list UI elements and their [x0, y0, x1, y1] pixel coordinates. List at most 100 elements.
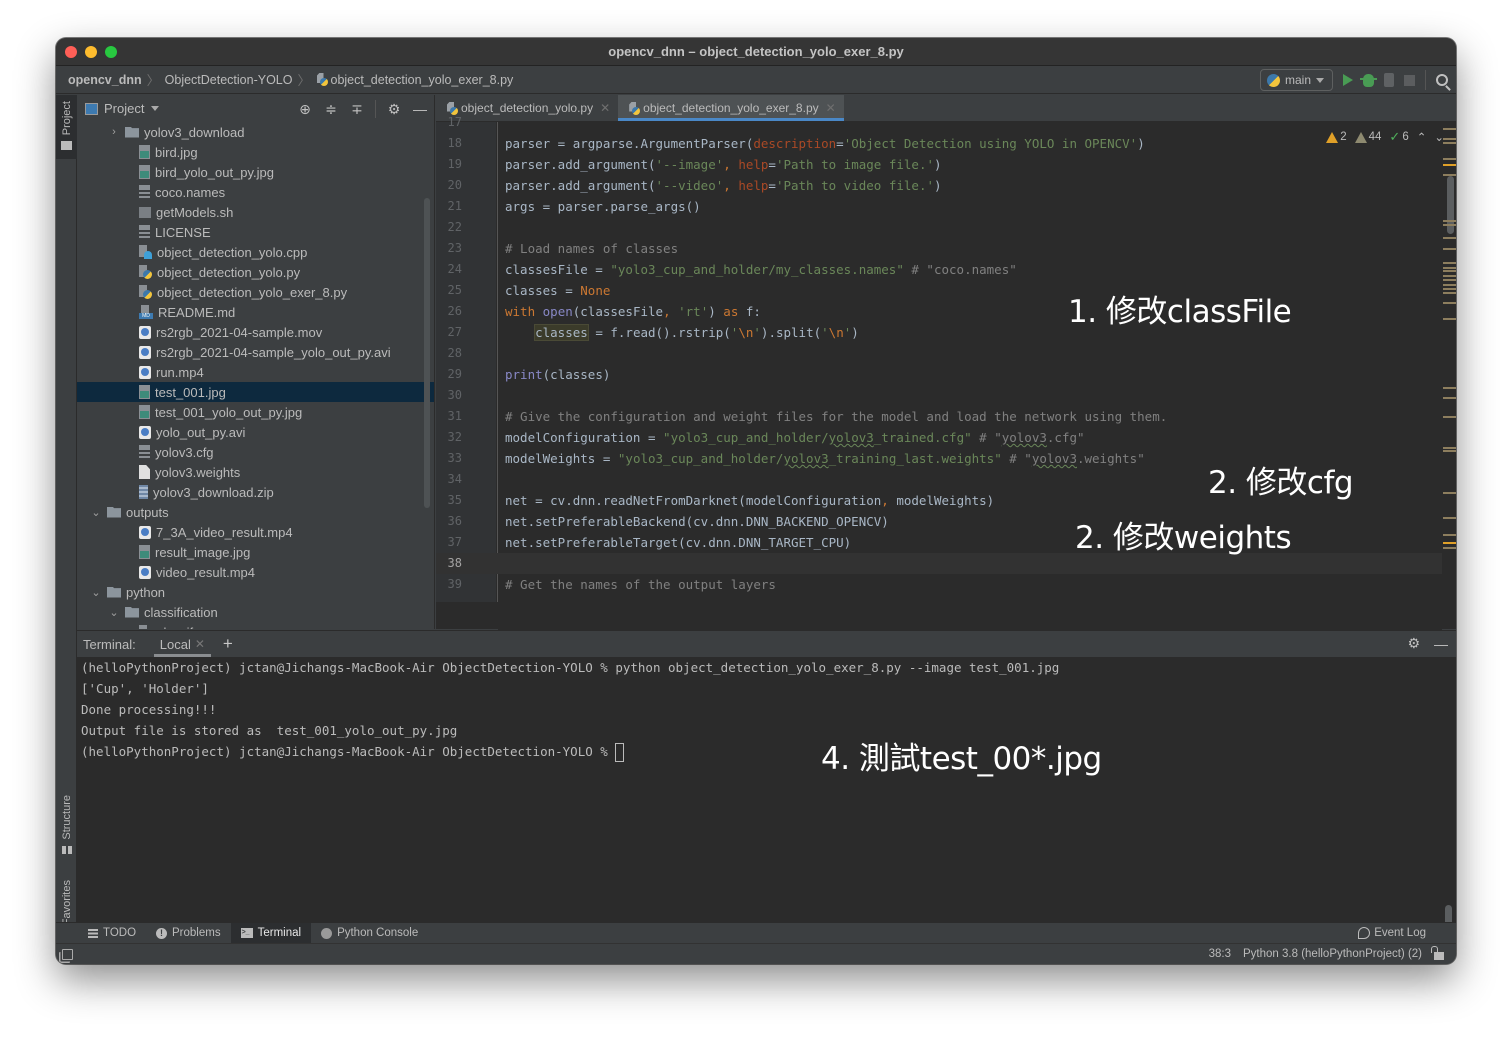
tree-file[interactable]: rs2rgb_2021-04-sample.mov — [77, 322, 434, 342]
stripe-mark[interactable] — [1443, 248, 1456, 250]
stripe-mark[interactable] — [1443, 284, 1456, 286]
tree-file[interactable]: object_detection_yolo_exer_8.py — [77, 282, 434, 302]
code-line[interactable]: 32 modelConfiguration = "yolo3_cup_and_ho… — [436, 427, 1442, 448]
stripe-mark[interactable] — [1443, 138, 1456, 140]
code-line[interactable]: 17 — [436, 112, 1442, 133]
lock-icon[interactable] — [1431, 946, 1444, 960]
structure-tool-window-tab[interactable]: Structure — [56, 795, 77, 865]
tree-file[interactable]: bird.jpg — [77, 142, 434, 162]
stripe-mark[interactable] — [1443, 318, 1456, 320]
tree-file[interactable]: yolov3.cfg — [77, 442, 434, 462]
code-line[interactable]: 19 parser.add_argument('--image', help='P… — [436, 154, 1442, 175]
error-stripe[interactable] — [1442, 122, 1456, 602]
warning-stripe-mark[interactable] — [1443, 542, 1456, 544]
minimize-icon[interactable]: — — [412, 101, 428, 117]
stripe-mark[interactable] — [1443, 288, 1456, 290]
stripe-mark[interactable] — [1443, 387, 1456, 389]
gear-icon[interactable]: ⚙ — [1407, 635, 1420, 652]
code-line[interactable]: 23 # Load names of classes — [436, 238, 1442, 259]
project-tree-scrollbar[interactable] — [424, 198, 430, 508]
stripe-mark[interactable] — [1443, 237, 1456, 239]
toggle-tool-windows-icon[interactable] — [62, 948, 73, 960]
code-line[interactable]: 24 classesFile = "yolo3_cup_and_holder/my… — [436, 259, 1442, 280]
tree-file[interactable]: object_detection_yolo.py — [77, 262, 434, 282]
tree-file[interactable]: bird_yolo_out_py.jpg — [77, 162, 434, 182]
stripe-mark[interactable] — [1443, 292, 1456, 294]
stop-button[interactable] — [1404, 74, 1415, 86]
code-line[interactable]: 30 — [436, 385, 1442, 406]
warnings-count[interactable]: 2 — [1326, 131, 1347, 143]
stripe-mark[interactable] — [1443, 534, 1456, 536]
tree-file[interactable]: video_result.mp4 — [77, 562, 434, 582]
breadcrumb-project[interactable]: opencv_dnn — [68, 73, 142, 87]
python-console-tool-button[interactable]: Python Console — [311, 923, 428, 944]
run-with-coverage-button[interactable] — [1384, 73, 1394, 87]
tree-folder[interactable]: ⌄ outputs — [77, 502, 434, 522]
problems-tool-button[interactable]: ! Problems — [146, 923, 231, 944]
code-line[interactable]: 39 # Get the names of the output layers — [436, 574, 1442, 592]
tree-file[interactable]: coco.names — [77, 182, 434, 202]
event-log-button[interactable]: Event Log — [1358, 927, 1426, 939]
tree-file[interactable]: 7_3A_video_result.mp4 — [77, 522, 434, 542]
collapse-all-icon[interactable]: ∓ — [349, 101, 365, 117]
tree-file[interactable]: result_image.jpg — [77, 542, 434, 562]
stripe-mark[interactable] — [1443, 262, 1456, 264]
tree-file[interactable]: rs2rgb_2021-04-sample_yolo_out_py.avi — [77, 342, 434, 362]
stripe-mark[interactable] — [1443, 302, 1456, 304]
stripe-mark[interactable] — [1443, 158, 1456, 160]
inspection-widget[interactable]: 2 44 ✓ 6 ⌃ ⌄ — [1326, 129, 1444, 145]
tree-file[interactable]: LICENSE — [77, 222, 434, 242]
terminal-output[interactable]: (helloPythonProject) jctan@Jichangs-MacB… — [77, 657, 1456, 945]
code-line[interactable]: 18 parser = argparse.ArgumentParser(descr… — [436, 133, 1442, 154]
tree-file[interactable]: getModels.sh — [77, 202, 434, 222]
terminal-tab-local[interactable]: Local ✕ — [153, 631, 212, 657]
stripe-mark[interactable] — [1443, 517, 1456, 519]
stripe-mark[interactable] — [1443, 270, 1456, 272]
stripe-mark[interactable] — [1443, 267, 1456, 269]
code-line[interactable]: 21 args = parser.parse_args() — [436, 196, 1442, 217]
tree-file[interactable]: yolov3_download.zip — [77, 482, 434, 502]
chevron-down-icon[interactable]: ⌄ — [90, 586, 102, 599]
code-line[interactable]: 28 — [436, 343, 1442, 364]
tree-file[interactable]: test_001_yolo_out_py.jpg — [77, 402, 434, 422]
code-line[interactable]: 20 parser.add_argument('--video', help='P… — [436, 175, 1442, 196]
chevron-down-icon[interactable]: ⌄ — [108, 606, 120, 619]
tree-folder[interactable]: ⌄ classification — [77, 602, 434, 622]
chevron-down-icon[interactable] — [151, 106, 160, 111]
code-line[interactable]: 22 — [436, 217, 1442, 238]
tree-file[interactable]: object_detection_yolo.cpp — [77, 242, 434, 262]
previous-highlight-icon[interactable]: ⌃ — [1417, 130, 1427, 144]
tree-folder[interactable]: ⌄ python — [77, 582, 434, 602]
weak-warnings-count[interactable]: 44 — [1354, 131, 1381, 143]
close-icon[interactable]: ✕ — [195, 637, 205, 651]
stripe-mark[interactable] — [1443, 547, 1456, 549]
project-tool-window-tab[interactable]: Project — [56, 95, 77, 159]
run-button[interactable] — [1343, 74, 1353, 86]
breadcrumb-file[interactable]: object_detection_yolo_exer_8.py — [331, 73, 514, 87]
search-everywhere-button[interactable] — [1436, 74, 1448, 86]
tree-file[interactable]: README.md — [77, 302, 434, 322]
stripe-mark[interactable] — [1443, 142, 1456, 144]
tree-file[interactable]: classify.py — [77, 622, 434, 629]
stripe-mark[interactable] — [1443, 492, 1456, 494]
debug-button[interactable] — [1360, 73, 1377, 87]
expand-all-icon[interactable]: ≑ — [323, 101, 339, 117]
tree-file[interactable]: yolo_out_py.avi — [77, 422, 434, 442]
chevron-down-icon[interactable]: ⌄ — [90, 506, 102, 519]
caret-position[interactable]: 38:3 — [1209, 948, 1231, 960]
todo-tool-button[interactable]: TODO — [78, 923, 146, 944]
gear-icon[interactable]: ⚙ — [386, 101, 402, 117]
breadcrumb-folder[interactable]: ObjectDetection-YOLO — [165, 73, 293, 87]
warning-stripe-mark[interactable] — [1443, 164, 1456, 166]
tree-file[interactable]: yolov3.weights — [77, 462, 434, 482]
code-line[interactable]: 31 # Give the configuration and weight fi… — [436, 406, 1442, 427]
tree-file[interactable]: run.mp4 — [77, 362, 434, 382]
terminal-prompt-line[interactable]: (helloPythonProject) jctan@Jichangs-MacB… — [77, 741, 1456, 762]
python-interpreter[interactable]: Python 3.8 (helloPythonProject) (2) — [1243, 948, 1422, 960]
stripe-mark[interactable] — [1443, 447, 1456, 449]
minimize-icon[interactable]: — — [1434, 636, 1448, 652]
code-line[interactable]: 29 print(classes) — [436, 364, 1442, 385]
stripe-mark[interactable] — [1443, 128, 1456, 130]
tree-file[interactable]: test_001.jpg — [77, 382, 434, 402]
tree-folder[interactable]: › yolov3_download — [77, 122, 434, 142]
